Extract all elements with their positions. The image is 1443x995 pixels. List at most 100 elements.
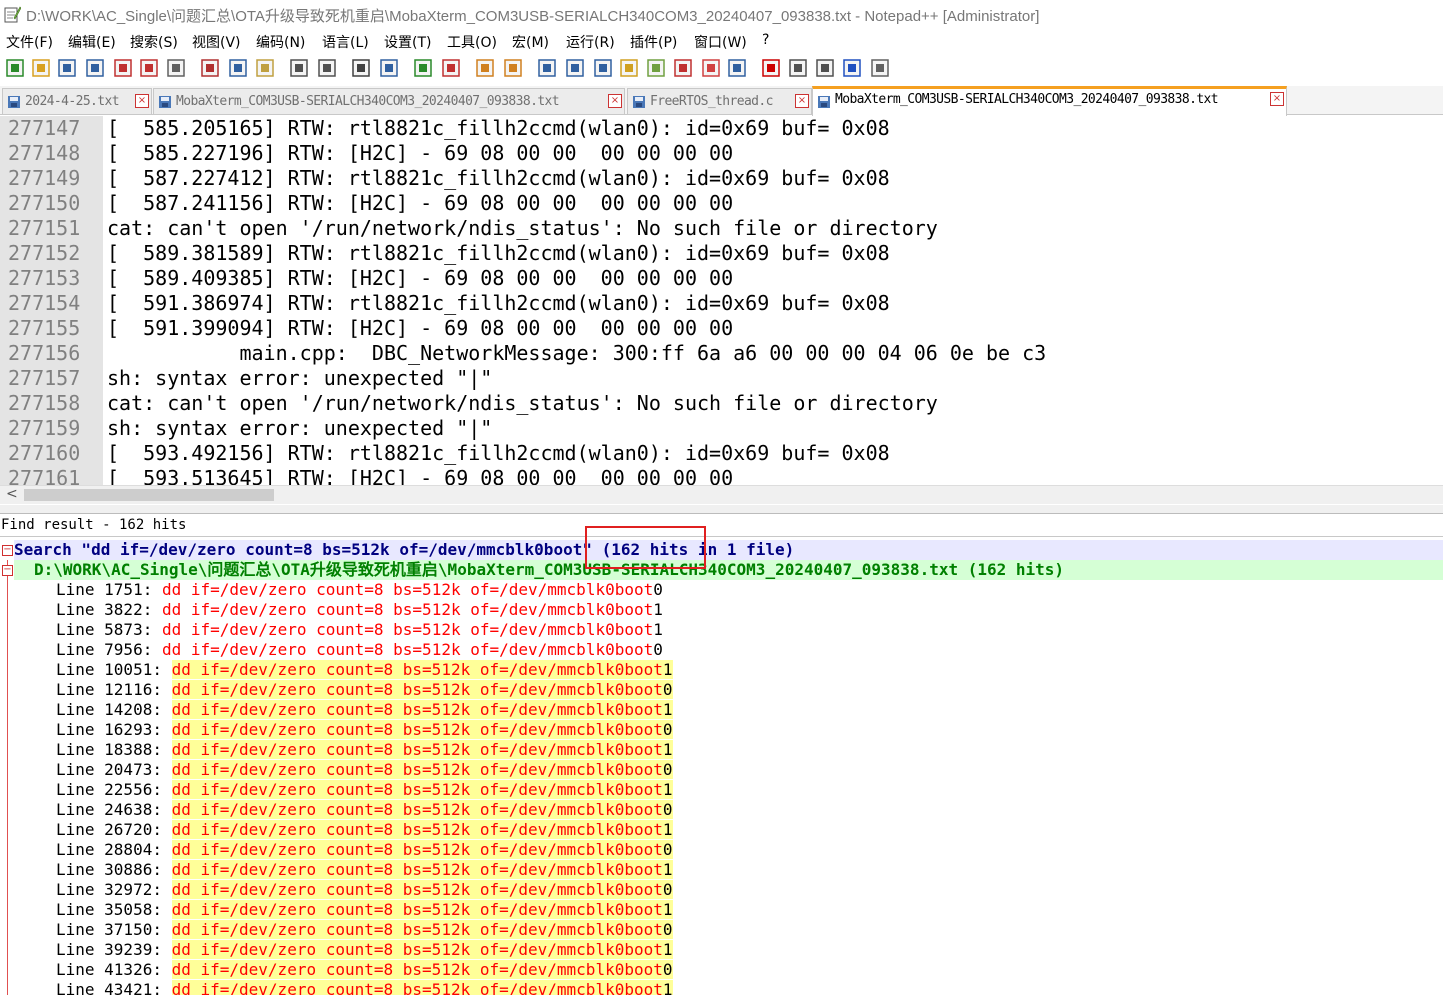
search-hit-row[interactable]: Line 30886: dd if=/dev/zero count=8 bs=5…: [56, 860, 673, 880]
editor-line[interactable]: 277159 sh: syntax error: unexpected "|": [0, 416, 1443, 441]
search-hit-row[interactable]: Line 24638: dd if=/dev/zero count=8 bs=5…: [56, 800, 673, 820]
editor-line[interactable]: 277152 [ 589.381589] RTW: rtl8821c_fillh2…: [0, 241, 1443, 266]
close-icon[interactable]: ×: [608, 94, 622, 108]
search-hit-row[interactable]: Line 18388: dd if=/dev/zero count=8 bs=5…: [56, 740, 673, 760]
search-hit-row[interactable]: Line 39239: dd if=/dev/zero count=8 bs=5…: [56, 940, 673, 960]
open-file-icon[interactable]: [30, 57, 52, 79]
horizontal-scrollbar[interactable]: <: [0, 485, 1443, 504]
close-icon[interactable]: ×: [1270, 92, 1284, 106]
editor-line[interactable]: 277161 [ 593.513645] RTW: [H2C] - 69 08 0…: [0, 466, 1443, 485]
editor-line[interactable]: 277156 main.cpp: DBC_NetworkMessage: 300…: [0, 341, 1443, 366]
editor-line[interactable]: 277154 [ 591.386974] RTW: rtl8821c_fillh2…: [0, 291, 1443, 316]
macro-stop-icon[interactable]: [787, 57, 809, 79]
search-hit-row[interactable]: Line 1751: dd if=/dev/zero count=8 bs=51…: [56, 580, 663, 600]
editor-line[interactable]: 277151 cat: can't open '/run/network/ndis…: [0, 216, 1443, 241]
search-hit-row[interactable]: Line 3822: dd if=/dev/zero count=8 bs=51…: [56, 600, 663, 620]
menu-item[interactable]: 视图(V): [192, 32, 241, 52]
close-icon[interactable]: ×: [135, 94, 149, 108]
search-hit-row[interactable]: Line 28804: dd if=/dev/zero count=8 bs=5…: [56, 840, 673, 860]
fold-toggle-icon[interactable]: −: [2, 545, 13, 556]
editor-line[interactable]: 277153 [ 589.409385] RTW: [H2C] - 69 08 0…: [0, 266, 1443, 291]
editor-line[interactable]: 277150 [ 587.241156] RTW: [H2C] - 69 08 0…: [0, 191, 1443, 216]
word-wrap-icon[interactable]: [536, 57, 558, 79]
editor-line[interactable]: 277160 [ 593.492156] RTW: rtl8821c_fillh2…: [0, 441, 1443, 466]
macro-save-icon[interactable]: [869, 57, 891, 79]
search-hit-row[interactable]: Line 10051: dd if=/dev/zero count=8 bs=5…: [56, 660, 673, 680]
copy-icon[interactable]: [227, 57, 249, 79]
file-tab[interactable]: MobaXterm_COM3USB-SERIALCH340COM3_202404…: [812, 86, 1287, 116]
menu-item[interactable]: 语言(L): [322, 32, 369, 52]
folder-workspace-icon[interactable]: [700, 57, 722, 79]
macro-run-multiple-icon[interactable]: [841, 57, 863, 79]
scroll-left-icon[interactable]: <: [6, 486, 18, 502]
search-hit-row[interactable]: Line 41326: dd if=/dev/zero count=8 bs=5…: [56, 960, 673, 980]
search-hit-row[interactable]: Line 37150: dd if=/dev/zero count=8 bs=5…: [56, 920, 673, 940]
macro-play-icon[interactable]: [814, 57, 836, 79]
zoom-in-icon[interactable]: [412, 57, 434, 79]
cut-icon[interactable]: [199, 57, 221, 79]
file-tab[interactable]: FreeRTOS_thread.c ×: [627, 88, 812, 114]
scrollbar-thumb[interactable]: [24, 489, 274, 501]
search-hit-row[interactable]: Line 26720: dd if=/dev/zero count=8 bs=5…: [56, 820, 673, 840]
sync-horizontal-icon[interactable]: [502, 57, 524, 79]
search-hit-row[interactable]: Line 12116: dd if=/dev/zero count=8 bs=5…: [56, 680, 673, 700]
user-language-icon[interactable]: [618, 57, 640, 79]
search-file-line[interactable]: D:\WORK\AC_Single\问题汇总\OTA升级导致死机重启\MobaX…: [14, 560, 1443, 580]
zoom-out-icon[interactable]: [440, 57, 462, 79]
search-hit-row[interactable]: Line 7956: dd if=/dev/zero count=8 bs=51…: [56, 640, 663, 660]
menu-item[interactable]: ?: [762, 32, 769, 48]
monitoring-icon[interactable]: [726, 57, 748, 79]
pane-splitter[interactable]: [0, 505, 1443, 514]
new-file-icon[interactable]: [4, 57, 26, 79]
editor[interactable]: 277147 [ 585.205165] RTW: rtl8821c_fillh2…: [0, 116, 1443, 485]
paste-icon[interactable]: [254, 57, 276, 79]
doc-map-icon[interactable]: [645, 57, 667, 79]
undo-icon[interactable]: [288, 57, 310, 79]
editor-line[interactable]: 277147 [ 585.205165] RTW: rtl8821c_fillh2…: [0, 116, 1443, 141]
search-hit-row[interactable]: Line 14208: dd if=/dev/zero count=8 bs=5…: [56, 700, 673, 720]
search-hit-row[interactable]: Line 16293: dd if=/dev/zero count=8 bs=5…: [56, 720, 673, 740]
menu-item[interactable]: 运行(R): [566, 32, 615, 52]
save-icon[interactable]: [56, 57, 78, 79]
menu-item[interactable]: 文件(F): [6, 32, 53, 52]
search-hit-row[interactable]: Line 43421: dd if=/dev/zero count=8 bs=5…: [56, 980, 673, 995]
search-hit-row[interactable]: Line 5873: dd if=/dev/zero count=8 bs=51…: [56, 620, 663, 640]
menu-item[interactable]: 搜索(S): [130, 32, 178, 52]
find-icon[interactable]: [350, 57, 372, 79]
menu-item[interactable]: 窗口(W): [694, 32, 747, 52]
window-title: D:\WORK\AC_Single\问题汇总\OTA升级导致死机重启\MobaX…: [26, 8, 1040, 25]
search-hit-row[interactable]: Line 20473: dd if=/dev/zero count=8 bs=5…: [56, 760, 673, 780]
macro-record-icon[interactable]: [760, 57, 782, 79]
menu-item[interactable]: 设置(T): [384, 32, 431, 52]
fold-toggle-icon[interactable]: −: [2, 565, 13, 576]
redo-icon[interactable]: [316, 57, 338, 79]
replace-icon[interactable]: [378, 57, 400, 79]
search-hit-row[interactable]: Line 32972: dd if=/dev/zero count=8 bs=5…: [56, 880, 673, 900]
indent-guide-icon[interactable]: [592, 57, 614, 79]
close-icon[interactable]: ×: [795, 94, 809, 108]
menu-item[interactable]: 编码(N): [256, 32, 305, 52]
editor-line[interactable]: 277158 cat: can't open '/run/network/ndis…: [0, 391, 1443, 416]
editor-line[interactable]: 277157 sh: syntax error: unexpected "|": [0, 366, 1443, 391]
find-result-panel[interactable]: − − Search "dd if=/dev/zero count=8 bs=5…: [0, 540, 1443, 995]
file-tab[interactable]: MobaXterm_COM3USB-SERIALCH340COM3_202404…: [153, 88, 625, 114]
menu-item[interactable]: 编辑(E): [68, 32, 116, 52]
function-list-icon[interactable]: [672, 57, 694, 79]
menu-item[interactable]: 插件(P): [630, 32, 677, 52]
show-all-chars-icon[interactable]: [564, 57, 586, 79]
menu-item[interactable]: 工具(O): [447, 32, 497, 52]
search-hit-row[interactable]: Line 22556: dd if=/dev/zero count=8 bs=5…: [56, 780, 673, 800]
file-tab[interactable]: 2024-4-25.txt ×: [2, 88, 152, 114]
menu-item[interactable]: 宏(M): [512, 32, 549, 52]
editor-line[interactable]: 277148 [ 585.227196] RTW: [H2C] - 69 08 0…: [0, 141, 1443, 166]
line-number: 277152: [8, 241, 81, 265]
search-hit-row[interactable]: Line 35058: dd if=/dev/zero count=8 bs=5…: [56, 900, 673, 920]
save-all-icon[interactable]: [84, 57, 106, 79]
print-icon[interactable]: [165, 57, 187, 79]
editor-line[interactable]: 277149 [ 587.227412] RTW: rtl8821c_fillh2…: [0, 166, 1443, 191]
editor-line[interactable]: 277155 [ 591.399094] RTW: [H2C] - 69 08 0…: [0, 316, 1443, 341]
close-icon[interactable]: [112, 57, 134, 79]
close-all-icon[interactable]: [138, 57, 160, 79]
search-query-line[interactable]: Search "dd if=/dev/zero count=8 bs=512k …: [14, 540, 1443, 560]
sync-vertical-icon[interactable]: [474, 57, 496, 79]
